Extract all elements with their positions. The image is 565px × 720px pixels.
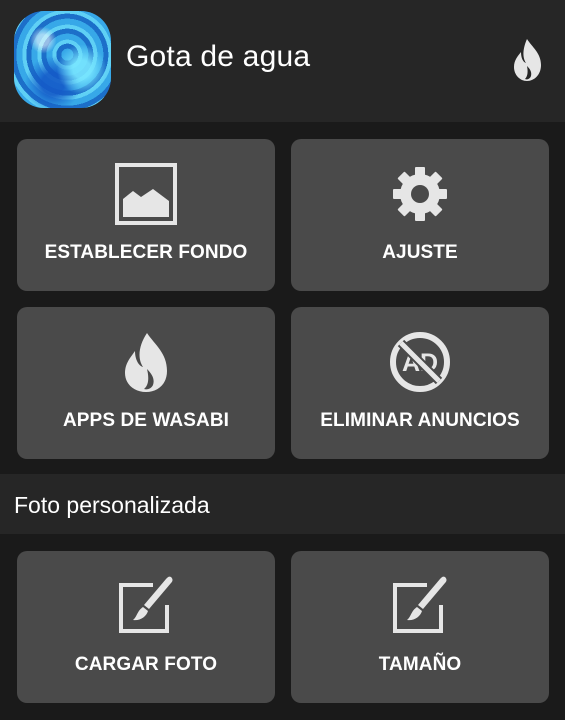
settings-label: AJUSTE	[382, 242, 458, 263]
wasabi-apps-button[interactable]: APPS DE WASABI	[17, 307, 275, 459]
load-photo-button[interactable]: CARGAR FOTO	[17, 551, 275, 703]
app-title: Gota de agua	[126, 40, 311, 73]
flame-icon	[113, 329, 179, 395]
settings-button[interactable]: AJUSTE	[291, 139, 549, 291]
edit-brush-icon	[113, 573, 179, 639]
size-label: TAMAÑO	[378, 654, 462, 675]
set-wallpaper-label: ESTABLECER FONDO	[44, 242, 248, 263]
load-photo-label: CARGAR FOTO	[74, 654, 218, 675]
wasabi-flame-icon[interactable]	[510, 38, 544, 82]
edit-brush-icon	[387, 573, 453, 639]
remove-ads-label: ELIMINAR ANUNCIOS	[320, 410, 520, 431]
remove-ads-button[interactable]: AD ELIMINAR ANUNCIOS	[291, 307, 549, 459]
wasabi-apps-label: APPS DE WASABI	[62, 410, 230, 431]
gear-icon	[387, 161, 453, 227]
size-button[interactable]: TAMAÑO	[291, 551, 549, 703]
water-drop-app-icon	[14, 11, 111, 108]
image-icon	[113, 161, 179, 227]
set-wallpaper-button[interactable]: ESTABLECER FONDO	[17, 139, 275, 291]
no-ads-icon: AD	[387, 329, 453, 395]
custom-photo-title: Foto personalizada	[14, 492, 210, 518]
